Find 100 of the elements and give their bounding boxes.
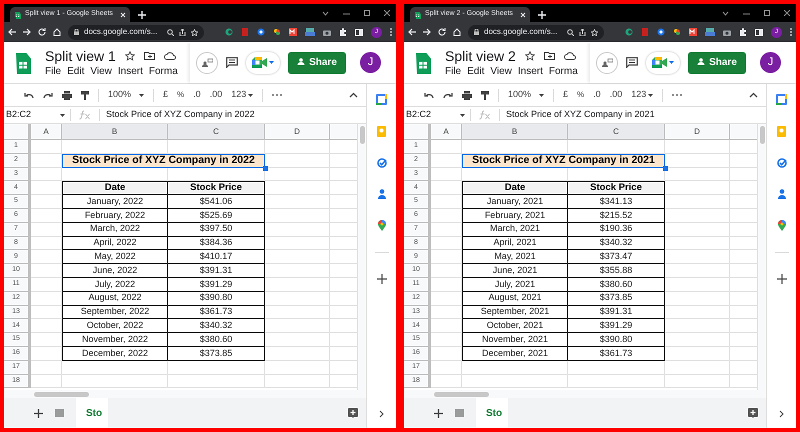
grid-cell[interactable] — [462, 360, 568, 375]
collapse-icon[interactable] — [349, 92, 358, 98]
grid-cell[interactable] — [265, 360, 330, 375]
horizontal-scrollbar[interactable] — [434, 392, 489, 396]
map-pin-icon[interactable] — [778, 220, 786, 231]
history-button[interactable] — [196, 52, 218, 74]
tasks-icon[interactable] — [376, 158, 386, 168]
name-box[interactable]: B2:C2 — [4, 108, 70, 122]
add-sheet-icon[interactable] — [34, 408, 43, 418]
grid-cell[interactable] — [431, 360, 462, 375]
increase-decimals-button[interactable]: .00 — [210, 88, 222, 102]
sheet-tab[interactable]: Sto — [76, 398, 108, 428]
grid-cell[interactable] — [431, 140, 462, 154]
collapse-icon[interactable] — [749, 92, 758, 98]
share-button[interactable]: Share — [288, 52, 346, 74]
grid-cell[interactable] — [265, 319, 330, 334]
share-button[interactable]: Share — [688, 52, 746, 74]
grid-cell[interactable] — [665, 140, 730, 154]
comment-icon[interactable] — [226, 57, 238, 68]
print-icon[interactable] — [62, 90, 72, 100]
grid-cell[interactable] — [265, 264, 330, 278]
grid-cell[interactable] — [568, 374, 665, 388]
new-tab-icon[interactable] — [138, 11, 146, 19]
grid-cell[interactable] — [665, 333, 730, 347]
chevron-down-icon[interactable] — [322, 10, 329, 16]
grid-cell[interactable] — [665, 292, 730, 306]
grid-cell[interactable] — [665, 346, 730, 361]
keep-icon[interactable] — [777, 126, 786, 137]
grid-cell[interactable] — [265, 236, 330, 250]
grid-cell[interactable] — [168, 374, 265, 388]
history-button[interactable] — [596, 52, 618, 74]
forward-icon[interactable] — [423, 28, 431, 36]
grid-cell[interactable] — [265, 292, 330, 306]
camera-icon[interactable] — [323, 28, 331, 36]
chevron-right-icon[interactable] — [379, 410, 384, 418]
title-cell[interactable]: Stock Price of XYZ Company in 2021 — [462, 154, 665, 168]
grid-cell[interactable] — [665, 154, 730, 168]
back-icon[interactable] — [408, 28, 416, 36]
maximize-icon[interactable] — [764, 10, 770, 16]
grid-cell[interactable] — [462, 374, 568, 388]
all-sheets-icon[interactable] — [55, 409, 64, 417]
account-avatar[interactable]: J — [760, 52, 781, 73]
vertical-scrollbar[interactable] — [760, 126, 764, 144]
grid-cell[interactable] — [665, 374, 730, 388]
grid-cell[interactable] — [665, 181, 730, 196]
grid-cell[interactable] — [62, 374, 168, 388]
menu-item[interactable]: View — [90, 66, 112, 76]
calendar-icon[interactable] — [776, 94, 787, 105]
column-header[interactable]: B — [62, 124, 168, 139]
home-icon[interactable] — [53, 28, 61, 36]
menu-item[interactable]: Edit — [67, 66, 84, 76]
map-pin-icon[interactable] — [378, 220, 386, 231]
add-sheet-icon[interactable] — [434, 408, 443, 418]
keep-icon[interactable] — [377, 126, 386, 137]
puzzle-icon[interactable] — [339, 28, 347, 36]
formula-input[interactable]: Stock Price of XYZ Company in 2022 — [106, 108, 255, 122]
contacts-icon[interactable] — [378, 189, 386, 199]
paint-format-icon[interactable] — [81, 90, 89, 100]
sidebar-icon[interactable] — [355, 28, 363, 36]
column-header[interactable]: B — [462, 124, 568, 139]
print-icon[interactable] — [462, 90, 472, 100]
grid-cell[interactable] — [568, 360, 665, 375]
horizontal-scrollbar[interactable] — [34, 392, 89, 396]
add-icon[interactable] — [776, 274, 786, 284]
menu-item[interactable]: Insert — [518, 66, 543, 76]
grid-cell[interactable] — [265, 306, 330, 320]
grid-cell[interactable] — [31, 140, 62, 154]
forward-icon[interactable] — [23, 28, 31, 36]
undo-icon[interactable] — [424, 92, 434, 98]
comment-icon[interactable] — [626, 57, 638, 68]
grid-cell[interactable] — [431, 168, 462, 182]
document-title[interactable]: Split view 2 — [445, 48, 516, 62]
cloud-icon[interactable] — [164, 52, 176, 60]
contacts-icon[interactable] — [778, 189, 786, 199]
camera-icon[interactable] — [723, 28, 731, 36]
grid-cell[interactable] — [265, 168, 330, 182]
zoom-select[interactable]: 100% — [108, 88, 144, 102]
grid-cell[interactable] — [265, 250, 330, 264]
reload-icon[interactable] — [38, 28, 46, 36]
sidebar-icon[interactable] — [755, 28, 763, 36]
grid-cell[interactable] — [665, 306, 730, 320]
cloud-icon[interactable] — [564, 52, 576, 60]
grid-cell[interactable] — [665, 236, 730, 250]
close-icon[interactable] — [384, 10, 390, 16]
grid-cell[interactable] — [665, 168, 730, 182]
currency-button[interactable]: £ — [163, 88, 168, 102]
column-header[interactable]: D — [665, 124, 730, 139]
grid-cell[interactable] — [265, 154, 330, 168]
back-icon[interactable] — [8, 28, 16, 36]
menu-item[interactable]: Edit — [467, 66, 484, 76]
grid-cell[interactable] — [265, 346, 330, 361]
grid-cell[interactable] — [168, 360, 265, 375]
grid-cell[interactable] — [265, 374, 330, 388]
zoom-select[interactable]: 100% — [508, 88, 544, 102]
minimize-icon[interactable] — [743, 10, 750, 16]
redo-icon[interactable] — [43, 92, 53, 98]
document-title[interactable]: Split view 1 — [45, 48, 116, 62]
grid-cell[interactable] — [665, 250, 730, 264]
grid-cell[interactable] — [31, 168, 62, 182]
number-format-select[interactable]: 123 — [631, 88, 654, 102]
